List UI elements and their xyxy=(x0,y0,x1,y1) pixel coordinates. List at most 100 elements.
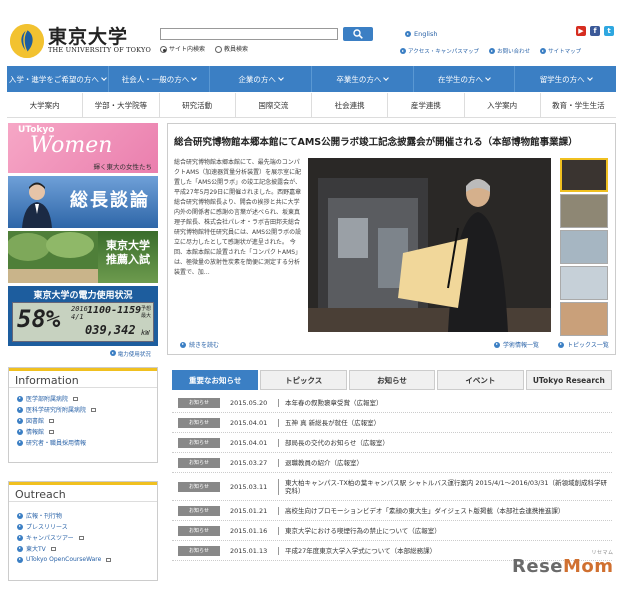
info-link-library[interactable]: 図書館 xyxy=(17,415,149,426)
news-row[interactable]: お知らせ 2015.04.01 部局長の交代のお知らせ（広報室） xyxy=(172,433,612,453)
feature-photo[interactable] xyxy=(308,158,551,332)
outreach-link-ocw[interactable]: UTokyo OpenCourseWare xyxy=(17,554,149,565)
nav-label: 留学生の方へ xyxy=(539,74,585,84)
utokyo-women-banner[interactable]: UTokyo Women 輝く東大の女性たち xyxy=(8,123,158,173)
news-text[interactable]: 五神 真 新総長が就任（広報室） xyxy=(278,418,612,427)
youtube-icon[interactable]: ▶ xyxy=(576,26,586,36)
twitter-icon[interactable]: t xyxy=(604,26,614,36)
news-date: 2015.01.16 xyxy=(230,526,268,535)
radio-site-label: サイト内検索 xyxy=(169,46,206,53)
thumbnail-3[interactable] xyxy=(560,230,608,264)
news-text[interactable]: 高校生向けプロモーションビデオ「素顔の東大生」ダイジェスト版掲載（本部社会連携推… xyxy=(278,506,612,515)
topics-list-link[interactable]: トピックス一覧 xyxy=(558,340,609,349)
contact-link[interactable]: お問い合わせ xyxy=(489,47,530,55)
info-link-ims-hospital[interactable]: 医科学研究所附属病院 xyxy=(17,404,149,415)
news-date: 2015.03.27 xyxy=(230,458,268,467)
nav-label: 卒業生の方へ xyxy=(336,74,382,84)
news-text[interactable]: 平成27年度東京大学入学式について（本部総務課） xyxy=(278,546,612,555)
read-more-label: 続きを読む xyxy=(189,342,220,349)
news-row[interactable]: お知らせ 2015.01.21 高校生向けプロモーションビデオ「素顔の東大生」ダイジ… xyxy=(172,501,612,521)
news-text[interactable]: 東大柏キャンパス-TX柏の葉キャンパス駅 シャトルバス運行案内 2015/4/1… xyxy=(278,478,612,495)
power-usage-link[interactable]: 電力使用状況 xyxy=(110,350,151,358)
thumbnail-1[interactable] xyxy=(560,158,608,192)
news-row[interactable]: お知らせ 2015.03.11 東大柏キャンパス-TX柏の葉キャンパス駅 シャトルバ… xyxy=(172,473,612,501)
thumbnail-2[interactable] xyxy=(560,194,608,228)
search-button[interactable] xyxy=(343,27,373,41)
subnav-social[interactable]: 社会連携 xyxy=(312,93,389,117)
contact-label: お問い合わせ xyxy=(497,49,531,55)
thumbnail-5[interactable] xyxy=(560,302,608,336)
news-row[interactable]: お知らせ 2015.05.20 本年春の叙勲褒章受賞（広報室） xyxy=(172,393,612,413)
academic-info-list-label: 学術情報一覧 xyxy=(503,342,540,349)
nav-current-students[interactable]: 在学生の方へ xyxy=(414,66,516,92)
external-link-icon xyxy=(78,535,84,540)
academic-info-list-link[interactable]: 学術情報一覧 xyxy=(494,340,539,349)
outreach-link-press[interactable]: プレスリリース xyxy=(17,521,149,532)
tab-important-notices[interactable]: 重要なお知らせ xyxy=(172,370,259,390)
tab-utokyo-research[interactable]: UTokyo Research xyxy=(525,370,613,390)
subnav-about[interactable]: 大学案内 xyxy=(7,93,84,117)
feature-article: 総合研究博物館本郷本館にてAMS公開ラボ竣工記念披露会が開催される（本部博物館事… xyxy=(167,123,616,355)
feature-thumbnails xyxy=(560,158,610,338)
feature-title[interactable]: 総合研究博物館本郷本館にてAMS公開ラボ竣工記念披露会が開催される（本部博物館事… xyxy=(174,134,578,148)
subnav-admissions[interactable]: 入学案内 xyxy=(465,93,541,117)
access-map-link[interactable]: アクセス・キャンパスマップ xyxy=(400,47,479,55)
sub-nav: 大学案内 学部・大学院等 研究活動 国際交流 社会連携 産学連携 入学案内 教育… xyxy=(7,93,616,118)
nav-prospective-students[interactable]: 入学・進学をご希望の方へ xyxy=(7,66,109,92)
info-link-recruit[interactable]: 研究者・職員採用情報 xyxy=(17,437,149,448)
subnav-faculties[interactable]: 学部・大学院等 xyxy=(83,93,160,117)
outreach-link-tv[interactable]: 東大TV xyxy=(17,543,149,554)
logo-subtitle: THE UNIVERSITY OF TOKYO xyxy=(48,46,152,54)
news-row[interactable]: お知らせ 2015.03.27 退職教員の紹介（広報室） xyxy=(172,453,612,473)
info-link-label: 医学部附属病院 xyxy=(26,396,69,403)
tab-topics[interactable]: トピックス xyxy=(260,370,347,390)
news-text[interactable]: 本年春の叙勲褒章受賞（広報室） xyxy=(278,398,612,407)
power-usage-banner[interactable]: 東京大学の電力使用状況 58% 2016 4/1 1100-1159 予想 最大… xyxy=(8,286,158,346)
nav-label: 社会人・一般の方へ xyxy=(121,74,190,84)
read-more-link[interactable]: 続きを読む xyxy=(180,340,219,349)
chevron-down-icon xyxy=(278,75,284,81)
nav-companies[interactable]: 企業の方へ xyxy=(210,66,313,92)
news-text[interactable]: 東京大学における喫煙行為の禁止について（広報室） xyxy=(278,526,612,535)
thumbnail-4[interactable] xyxy=(560,266,608,300)
search-input[interactable] xyxy=(160,28,338,40)
english-link[interactable]: English xyxy=(405,30,437,38)
news-badge: お知らせ xyxy=(178,481,220,492)
facebook-icon[interactable]: f xyxy=(590,26,600,36)
info-link-label: 医科学研究所附属病院 xyxy=(26,407,87,414)
logo-title[interactable]: 東京大学 xyxy=(48,22,128,49)
outreach-link-label: キャンパスツアー xyxy=(26,535,74,542)
news-text[interactable]: 部局長の交代のお知らせ（広報室） xyxy=(278,438,612,447)
sitemap-link[interactable]: サイトマップ xyxy=(540,47,581,55)
subnav-education[interactable]: 教育・学生生活 xyxy=(541,93,616,117)
subnav-international[interactable]: 国際交流 xyxy=(236,93,312,117)
outreach-link-campus-tour[interactable]: キャンパスツアー xyxy=(17,532,149,543)
outreach-link-publications[interactable]: 広報・刊行物 xyxy=(17,510,149,521)
subnav-research[interactable]: 研究活動 xyxy=(160,93,236,117)
news-text[interactable]: 退職教員の紹介（広報室） xyxy=(278,458,612,467)
information-heading: Information xyxy=(9,368,157,388)
news-badge: お知らせ xyxy=(178,545,220,556)
news-row[interactable]: お知らせ 2015.04.01 五神 真 新総長が就任（広報室） xyxy=(172,413,612,433)
nav-alumni[interactable]: 卒業生の方へ xyxy=(312,66,414,92)
info-link-info-center[interactable]: 情報館 xyxy=(17,426,149,437)
university-logo-icon[interactable] xyxy=(10,24,44,58)
power-unit: kW xyxy=(141,329,150,337)
news-row[interactable]: お知らせ 2015.01.16 東京大学における喫煙行為の禁止について（広報室） xyxy=(172,521,612,541)
radio-site-search[interactable]: サイト内検索 xyxy=(160,44,205,53)
news-date: 2015.05.20 xyxy=(230,398,268,407)
radio-empty-icon xyxy=(215,46,223,53)
english-label: English xyxy=(414,30,438,38)
banner-rec-line1: 東京大学 xyxy=(106,239,150,252)
nav-general-public[interactable]: 社会人・一般の方へ xyxy=(109,66,211,92)
search-type-radios: サイト内検索 教員検索 xyxy=(160,44,248,53)
radio-faculty-search[interactable]: 教員検索 xyxy=(215,44,248,53)
tab-notices[interactable]: お知らせ xyxy=(348,370,436,390)
recommendation-admission-banner[interactable]: 東京大学 推薦入試 xyxy=(8,231,158,283)
info-link-hospital[interactable]: 医学部附属病院 xyxy=(17,393,149,404)
tab-events[interactable]: イベント xyxy=(437,370,524,390)
president-talk-banner[interactable]: 総長談論 xyxy=(8,176,158,228)
subnav-industry[interactable]: 産学連携 xyxy=(388,93,465,117)
nav-international-students[interactable]: 留学生の方へ xyxy=(515,66,616,92)
info-link-label: 情報館 xyxy=(26,429,45,436)
